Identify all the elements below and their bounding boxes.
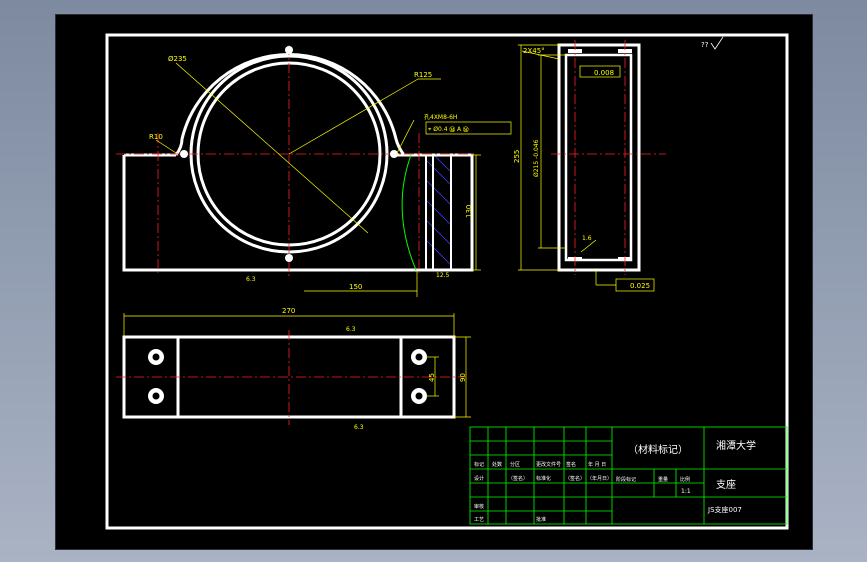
dim-height-255: 255 <box>513 150 521 163</box>
svg-text:（签名）: （签名） <box>565 475 585 482</box>
material-mark: （材料标记） <box>628 443 688 456</box>
top-centerlines <box>116 330 466 425</box>
title-row-design: 设计 （签名） 标准化 （签名） （年月日） <box>474 475 612 482</box>
position-tolerance: ⌖ Ø0.4 Ⓜ A Ⓜ <box>428 126 469 133</box>
dim-bore-215: Ø215 -0.046 <box>533 139 540 177</box>
scale-value: 1:1 <box>681 488 691 495</box>
dim-width-90: 90 <box>459 373 467 382</box>
drawing-canvas[interactable]: ?? Ø235 R125 R10 孔4XM8-6H ⌖ Ø0.4 Ⓜ A Ⓜ 1… <box>56 15 812 549</box>
roughness-bottom: 6.3 <box>246 276 256 283</box>
top-roughness-bottom: 6.3 <box>354 424 364 431</box>
front-outer-arc <box>174 53 406 156</box>
side-outer-outline <box>557 43 641 272</box>
svg-text:处数: 处数 <box>492 461 502 468</box>
hole-note: 孔4XM8-6H <box>424 113 457 121</box>
svg-text:更改文件号: 更改文件号 <box>536 461 561 468</box>
chamfer-label: 2X45° <box>523 47 545 55</box>
stage-mark-label: 阶段标记 <box>616 476 636 483</box>
title-row-process: 工艺 <box>474 517 484 523</box>
dim-length-270: 270 <box>282 307 295 315</box>
svg-text:（签名）: （签名） <box>508 475 528 482</box>
svg-text:年 月 日: 年 月 日 <box>588 461 606 468</box>
cad-viewport[interactable]: ?? Ø235 R125 R10 孔4XM8-6H ⌖ Ø0.4 Ⓜ A Ⓜ 1… <box>55 14 813 550</box>
front-view: Ø235 R125 R10 孔4XM8-6H ⌖ Ø0.4 Ⓜ A Ⓜ 130 … <box>116 45 512 297</box>
ratio-label: 比例 <box>680 476 690 483</box>
title-row-approve: 批准 <box>536 516 546 523</box>
front-centerlines <box>116 45 476 277</box>
top-view: 270 45 90 6.3 6.3 <box>116 307 471 431</box>
side-inner-outline <box>564 53 633 262</box>
svg-text:（年月日）: （年月日） <box>587 475 612 482</box>
break-line <box>401 154 417 271</box>
dim-dia-outer: Ø235 <box>168 55 187 63</box>
university-name: 湘潭大学 <box>716 439 756 452</box>
side-roughness: 1.6 <box>582 235 592 242</box>
section-hatch <box>425 154 452 266</box>
dim-height-130: 130 <box>465 205 473 218</box>
flatness-tolerance: 0.025 <box>630 282 650 290</box>
dim-radius-fillet: R10 <box>149 133 163 141</box>
svg-text:标记: 标记 <box>474 461 484 468</box>
dim-radius-top: R125 <box>414 71 432 79</box>
drawing-number: JS支座007 <box>707 505 742 514</box>
part-name: 支座 <box>716 478 736 491</box>
parallel-tolerance: 0.008 <box>594 69 614 77</box>
svg-text:设计: 设计 <box>474 475 484 482</box>
svg-text:签名: 签名 <box>566 461 576 468</box>
side-view: 2X45° 0.008 255 Ø215 -0.046 1.6 0.025 <box>513 40 666 292</box>
top-roughness-top: 6.3 <box>346 326 356 333</box>
title-row-review: 审核 <box>474 503 484 510</box>
side-bolt-markers <box>568 49 632 261</box>
dim-offset-150: 150 <box>349 283 362 291</box>
corner-roughness-symbol <box>710 36 724 50</box>
corner-mark: ?? <box>701 41 709 49</box>
svg-text:标准化: 标准化 <box>536 475 551 482</box>
top-bolt-holes <box>148 349 427 404</box>
weight-label: 重量 <box>658 476 668 483</box>
roughness-right: 12.5 <box>436 272 450 279</box>
dim-hole-pitch: 45 <box>428 373 436 382</box>
svg-text:分区: 分区 <box>510 461 520 468</box>
